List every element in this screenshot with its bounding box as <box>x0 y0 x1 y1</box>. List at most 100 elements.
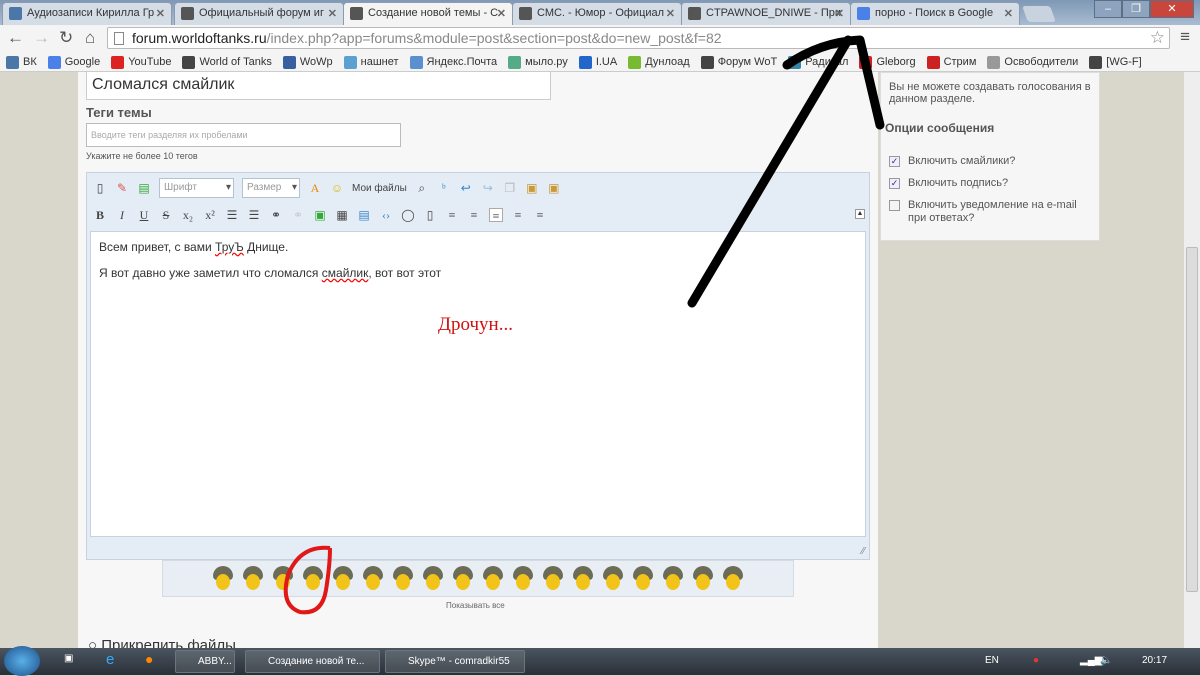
close-window-button[interactable]: ✕ <box>1150 0 1194 18</box>
start-button[interactable] <box>4 646 40 676</box>
subscript-icon[interactable]: x₂ <box>181 208 195 222</box>
post-body-textarea[interactable]: Всем привет, с вами ТруЪ Днище. Я вот да… <box>90 231 866 537</box>
bookmark-item[interactable]: Радикал <box>788 53 848 71</box>
app-icon[interactable]: ▣ <box>64 653 73 664</box>
clock[interactable]: 20:17 <box>1142 655 1167 666</box>
option-email-notify[interactable]: Включить уведомление на e-mail при ответ… <box>889 199 1091 225</box>
reload-button[interactable]: ↻ <box>59 28 73 48</box>
tanker-emoticon-icon[interactable] <box>211 565 235 592</box>
address-bar[interactable]: forum.worldoftanks.ru/index.php?app=foru… <box>107 27 1170 49</box>
checkbox[interactable] <box>889 200 900 211</box>
tanker-emoticon-icon[interactable] <box>331 565 355 592</box>
close-icon[interactable]: ✕ <box>328 7 337 20</box>
indent-icon[interactable]: ≡ <box>467 208 481 222</box>
copy-icon[interactable]: ❐ <box>503 181 517 195</box>
bookmark-item[interactable]: Gleborg <box>859 53 916 71</box>
maximize-button[interactable]: ❐ <box>1122 0 1150 18</box>
close-icon[interactable]: ✕ <box>156 7 165 20</box>
close-icon[interactable]: ✕ <box>1004 7 1013 20</box>
bookmark-item[interactable]: [WG-F] <box>1089 53 1142 71</box>
bookmark-item[interactable]: Стрим <box>926 53 976 71</box>
language-indicator[interactable]: EN <box>985 655 999 666</box>
bold-icon[interactable]: B <box>93 208 107 222</box>
option-enable-signature[interactable]: ✓ Включить подпись? <box>889 177 1091 190</box>
antivirus-icon[interactable]: ● <box>1033 655 1039 666</box>
my-files-button[interactable]: Мои файлы <box>352 183 407 194</box>
tab-audio[interactable]: Аудиозаписи Кирилла Гр ✕ <box>2 2 172 25</box>
tanker-emoticon-icon[interactable] <box>391 565 415 592</box>
tab-forum[interactable]: Официальный форум иг ✕ <box>174 2 344 25</box>
bookmark-item[interactable]: нашнет <box>343 53 399 71</box>
checkbox[interactable]: ✓ <box>889 156 900 167</box>
new-tab-button[interactable] <box>1022 6 1056 22</box>
paste-word-icon[interactable]: ▣ <box>547 181 561 195</box>
page-icon[interactable]: ▯ <box>423 208 437 222</box>
bookmark-item[interactable]: Освободители <box>987 53 1078 71</box>
tanker-emoticon-icon[interactable] <box>361 565 385 592</box>
close-icon[interactable]: ✕ <box>497 7 506 20</box>
tab-sms[interactable]: СМС. - Юмор - Официал ✕ <box>512 2 682 25</box>
tab-ctrawnoe[interactable]: CTPAWNOE_DNIWE - При ✕ <box>681 2 851 25</box>
bookmark-item[interactable]: ВК <box>6 53 37 71</box>
source-icon[interactable]: ▯ <box>93 181 107 195</box>
tanker-emoticon-icon[interactable] <box>271 565 295 592</box>
resize-handle-icon[interactable]: ⁄⁄ <box>862 546 865 557</box>
tanker-emoticon-icon[interactable] <box>541 565 565 592</box>
menu-icon[interactable]: ≡ <box>1180 27 1190 47</box>
bullet-list-icon[interactable]: ☰ <box>225 208 239 222</box>
find-icon[interactable]: ⌕ <box>415 181 429 195</box>
close-icon[interactable]: ✕ <box>835 7 844 20</box>
minimize-button[interactable]: – <box>1094 0 1122 18</box>
tanker-emoticon-icon[interactable] <box>451 565 475 592</box>
tanker-emoticon-icon[interactable] <box>241 565 265 592</box>
tanker-emoticon-icon[interactable] <box>721 565 745 592</box>
topic-title-input[interactable]: Сломался смайлик <box>86 72 551 100</box>
spoiler-icon[interactable]: ▤ <box>357 208 371 222</box>
tanker-emoticon-icon[interactable] <box>691 565 715 592</box>
font-select[interactable]: Шрифт <box>159 178 234 198</box>
hr-icon[interactable]: ▤ <box>137 181 151 195</box>
forward-button[interactable]: → <box>33 28 50 48</box>
tanker-emoticon-icon[interactable] <box>601 565 625 592</box>
italic-icon[interactable]: I <box>115 208 129 222</box>
scrollbar-thumb[interactable] <box>1186 247 1198 592</box>
tanker-emoticon-icon[interactable] <box>661 565 685 592</box>
bookmark-item[interactable]: I.UA <box>578 53 617 71</box>
checkbox[interactable]: ✓ <box>889 178 900 189</box>
superscript-icon[interactable]: x² <box>203 208 217 222</box>
tags-input[interactable]: Вводите теги разделяя их пробелами <box>86 123 401 147</box>
close-icon[interactable]: ✕ <box>666 7 675 20</box>
tanker-emoticon-icon[interactable] <box>511 565 535 592</box>
unlink-icon[interactable]: ⚭ <box>291 208 305 222</box>
eraser-icon[interactable]: ✎ <box>115 181 129 195</box>
underline-icon[interactable]: U <box>137 208 151 222</box>
align-left-icon[interactable]: ≡ <box>489 208 503 223</box>
outdent-icon[interactable]: ≡ <box>445 208 459 222</box>
numbered-list-icon[interactable]: ☰ <box>247 208 261 222</box>
align-right-icon[interactable]: ≡ <box>533 208 547 222</box>
taskbar-abbyy[interactable]: ABBY... <box>175 650 235 673</box>
align-center-icon[interactable]: ≡ <box>511 208 525 222</box>
link-icon[interactable]: ⚭ <box>269 208 283 222</box>
tanker-emoticon-icon[interactable] <box>631 565 655 592</box>
bookmark-item[interactable]: Яндекс.Почта <box>409 53 497 71</box>
text-color-icon[interactable]: A <box>308 181 322 195</box>
taskbar-skype[interactable]: Skype™ - comradkir55 <box>385 650 525 673</box>
paste-icon[interactable]: ▣ <box>525 181 539 195</box>
back-button[interactable]: ← <box>7 28 24 48</box>
bookmark-item[interactable]: мыло.ру <box>508 53 568 71</box>
strike-icon[interactable]: S <box>159 208 173 222</box>
emoticon-icon[interactable]: ☺ <box>330 181 344 195</box>
media-icon[interactable]: ▦ <box>335 208 349 222</box>
replace-icon[interactable]: ᵇ <box>437 181 451 195</box>
redo-icon[interactable]: ↪ <box>481 181 495 195</box>
bookmark-item[interactable]: WoWp <box>282 53 333 71</box>
tanker-emoticon-icon[interactable] <box>421 565 445 592</box>
bookmark-item[interactable]: Форум WoT <box>700 53 777 71</box>
collapse-toolbar-icon[interactable]: ▲ <box>855 209 865 219</box>
firefox-icon[interactable]: ● <box>145 651 153 667</box>
bookmark-item[interactable]: World of Tanks <box>182 53 272 71</box>
tanker-emoticon-icon[interactable] <box>301 565 325 592</box>
home-button[interactable]: ⌂ <box>85 28 95 48</box>
bookmark-item[interactable]: Google <box>47 53 100 71</box>
